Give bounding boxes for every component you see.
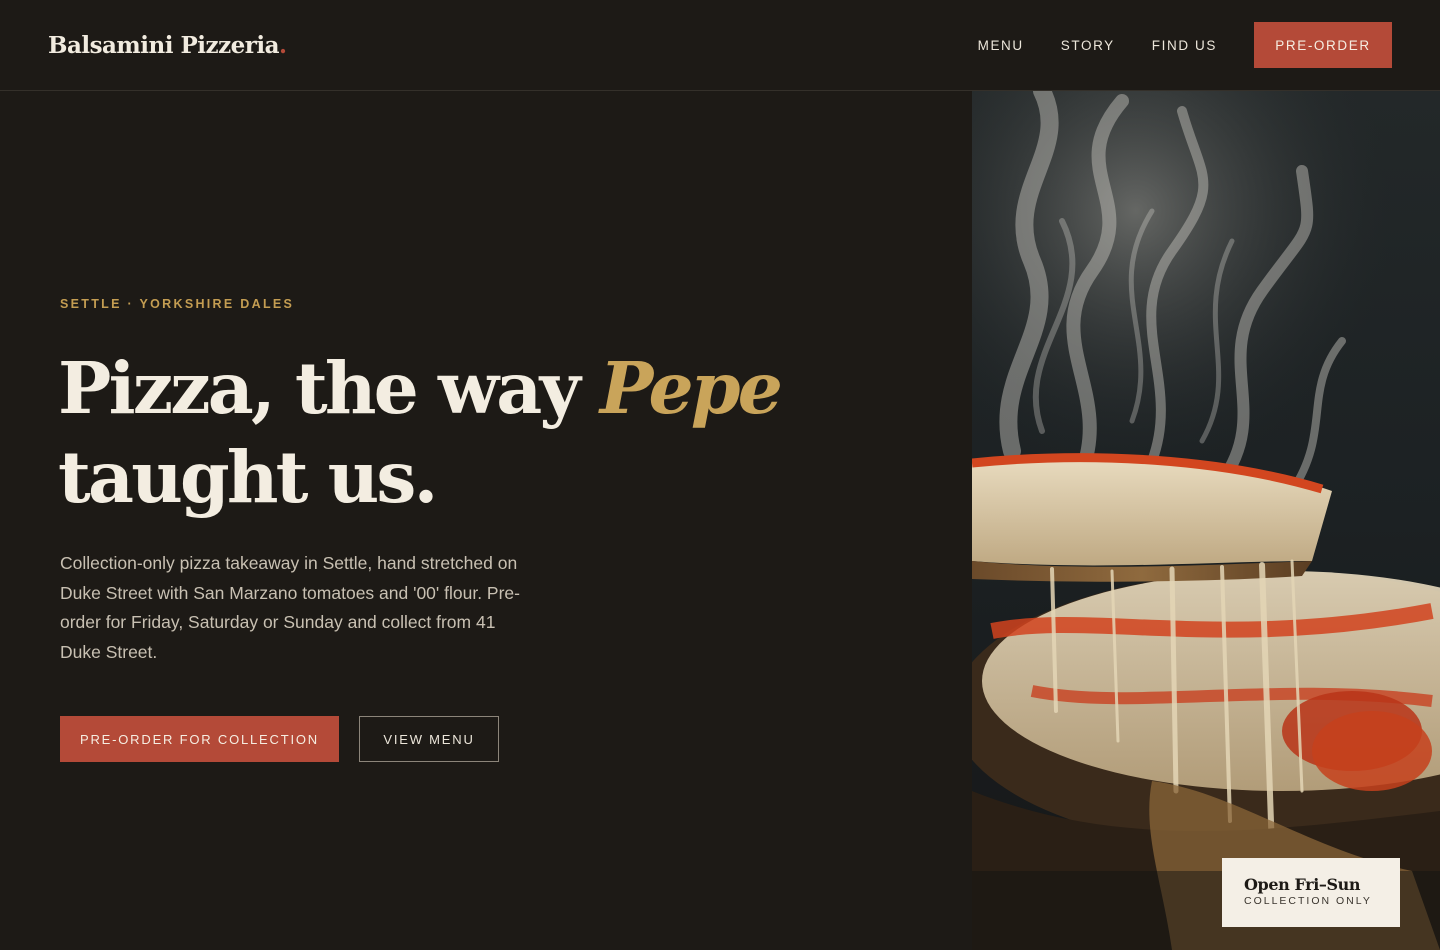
preorder-collection-button[interactable]: PRE-ORDER FOR COLLECTION [60, 716, 339, 762]
headline-accent: Pepe [599, 346, 783, 430]
brand-dot: . [279, 31, 287, 59]
nav-link-story[interactable]: STORY [1061, 38, 1115, 53]
preorder-button[interactable]: PRE-ORDER [1254, 22, 1392, 68]
site-header: Balsamini Pizzeria. MENU STORY FIND US P… [0, 0, 1440, 91]
headline-text-end: taught us. [58, 435, 438, 519]
hero-description: Collection-only pizza takeaway in Settle… [60, 553, 520, 663]
headline-text-start: Pizza, the way [58, 346, 600, 430]
brand-name[interactable]: Balsamini Pizzeria [48, 32, 280, 59]
nav-link-find-us[interactable]: FIND US [1152, 38, 1217, 53]
pizza-illustration [972, 91, 1440, 950]
location-eyebrow: SETTLE · YORKSHIRE DALES [60, 297, 295, 311]
hero-pizza-photo [972, 91, 1440, 950]
brand-logo[interactable]: Balsamini Pizzeria. [48, 32, 287, 59]
nav-link-menu[interactable]: MENU [978, 38, 1024, 53]
view-menu-button[interactable]: VIEW MENU [359, 716, 499, 762]
opening-hours-badge: Open Fri–Sun COLLECTION ONLY [1222, 858, 1400, 927]
badge-subtitle: COLLECTION ONLY [1244, 895, 1372, 907]
main-nav: MENU STORY FIND US PRE-ORDER [978, 22, 1392, 68]
badge-title: Open Fri–Sun [1244, 875, 1361, 894]
landing-page: Balsamini Pizzeria. MENU STORY FIND US P… [0, 0, 1440, 950]
hero-headline: Pizza, the way Pepe taught us. [58, 344, 938, 522]
